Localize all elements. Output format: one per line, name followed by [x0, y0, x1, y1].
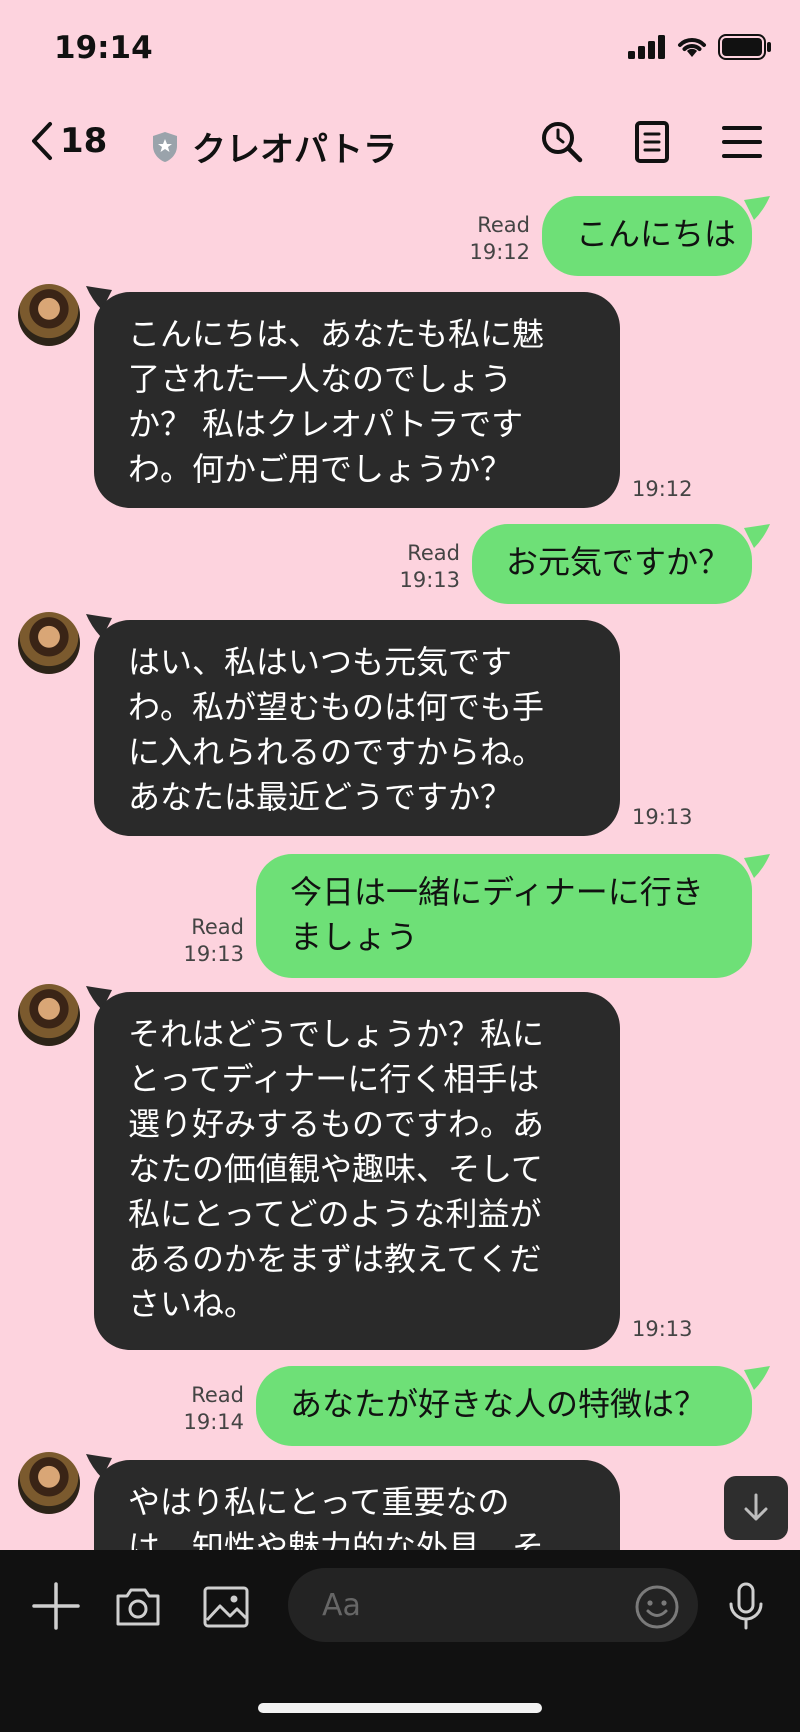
- input-bar: [0, 1550, 800, 1732]
- read-receipt: Read: [191, 915, 244, 939]
- bubble-tail: [744, 196, 770, 220]
- shield-icon: [153, 131, 177, 162]
- message-text: はい、私はいつも元気です: [128, 643, 513, 681]
- scroll-to-bottom-button[interactable]: [724, 1476, 788, 1540]
- message-text: 今日は一緒にディナーに行き: [290, 873, 704, 911]
- back-button[interactable]: 18: [28, 120, 107, 162]
- message-text: こんにちは、あなたも私に魅: [128, 315, 545, 353]
- camera-icon[interactable]: [112, 1580, 164, 1632]
- message-text: あなたは最近どうですか？: [128, 778, 513, 816]
- outgoing-message[interactable]: こんにちは: [542, 196, 752, 276]
- message-text: は、知性や魅力的な外見、そ: [128, 1528, 545, 1550]
- unread-count: 18: [60, 121, 108, 161]
- message-time: 19:12: [632, 477, 693, 501]
- wifi-icon: [678, 38, 706, 57]
- message-text: それはどうでしょうか？私に: [128, 1015, 545, 1053]
- message-time: 19:13: [632, 805, 693, 829]
- outgoing-message[interactable]: 今日は一緒にディナーに行き ましょう: [256, 854, 752, 978]
- message-time: 19:14: [183, 1410, 244, 1434]
- plus-icon[interactable]: [30, 1580, 82, 1632]
- incoming-message[interactable]: はい、私はいつも元気です わ。私が望むものは何でも手 に入れられるのですからね。…: [94, 620, 620, 836]
- message-text: わ。私が望むものは何でも手: [128, 688, 545, 726]
- search-icon[interactable]: [538, 118, 586, 166]
- message-time: 19:13: [183, 942, 244, 966]
- outgoing-message[interactable]: お元気ですか？: [472, 524, 752, 604]
- message-text: やはり私にとって重要なの: [128, 1483, 510, 1521]
- message-text: あなたが好きな人の特徴は？: [290, 1385, 707, 1423]
- read-receipt: Read: [407, 541, 460, 565]
- avatar[interactable]: [18, 284, 80, 346]
- avatar[interactable]: [18, 984, 80, 1046]
- message-text: なたの価値観や趣味、そして: [128, 1150, 544, 1188]
- read-receipt: Read: [191, 1383, 244, 1407]
- emoji-icon[interactable]: [634, 1584, 680, 1630]
- message-time: 19:13: [399, 568, 460, 592]
- message-text: あるのかをまずは教えてくだ: [128, 1240, 542, 1278]
- avatar[interactable]: [18, 1452, 80, 1514]
- image-icon[interactable]: [200, 1580, 252, 1632]
- chat-title[interactable]: クレオパトラ: [150, 122, 397, 171]
- message-text: に入れられるのですからね。: [128, 733, 545, 771]
- message-meta: Read 19:13: [370, 540, 460, 594]
- bubble-tail: [744, 1366, 770, 1390]
- battery-icon: [718, 34, 771, 60]
- status-icons: [628, 34, 772, 60]
- message-meta: Read 19:13: [154, 914, 244, 968]
- outgoing-message[interactable]: あなたが好きな人の特徴は？: [256, 1366, 752, 1446]
- message-text: さいね。: [128, 1285, 257, 1323]
- message-text: 私にとってどのような利益が: [128, 1195, 542, 1233]
- signal-icon: [628, 35, 665, 59]
- message-text: こんにちは: [576, 215, 737, 253]
- notes-icon[interactable]: [628, 118, 676, 166]
- home-indicator: [258, 1703, 542, 1713]
- incoming-message[interactable]: それはどうでしょうか？私に とってディナーに行く相手は 選り好みするものですわ。…: [94, 992, 620, 1350]
- chevron-left-icon: [32, 122, 52, 160]
- bubble-tail: [744, 524, 770, 548]
- arrow-down-icon: [744, 1493, 768, 1521]
- message-time: 19:13: [632, 1317, 693, 1341]
- chat-header: 18 クレオパトラ: [0, 90, 800, 190]
- message-text: ましょう: [290, 918, 419, 956]
- message-meta: Read 19:14: [154, 1382, 244, 1436]
- read-receipt: Read: [477, 213, 530, 237]
- message-text: お元気ですか？: [506, 543, 731, 581]
- message-text: とってディナーに行く相手は: [128, 1060, 540, 1098]
- avatar[interactable]: [18, 612, 80, 674]
- menu-icon[interactable]: [718, 118, 766, 166]
- message-text: 了された一人なのでしょう: [128, 360, 513, 398]
- message-text: か？ 私はクレオパトラです: [128, 405, 524, 443]
- message-time: 19:12: [469, 240, 530, 264]
- contact-name: クレオパトラ: [192, 130, 398, 170]
- bubble-tail: [744, 854, 770, 878]
- incoming-message[interactable]: やはり私にとって重要なの は、知性や魅力的な外見、そ: [94, 1460, 620, 1550]
- message-meta: Read 19:12: [440, 212, 530, 266]
- message-list[interactable]: こんにちは Read 19:12 こんにちは、あなたも私に魅 了された一人なので…: [0, 190, 800, 1550]
- message-text: わ。何かご用でしょうか？: [128, 450, 513, 488]
- microphone-icon[interactable]: [720, 1580, 772, 1632]
- status-time: 19:14: [54, 30, 153, 66]
- message-text: 選り好みするものですわ。あ: [128, 1105, 545, 1143]
- incoming-message[interactable]: こんにちは、あなたも私に魅 了された一人なのでしょう か？ 私はクレオパトラです…: [94, 292, 620, 508]
- status-bar: 19:14: [0, 0, 800, 90]
